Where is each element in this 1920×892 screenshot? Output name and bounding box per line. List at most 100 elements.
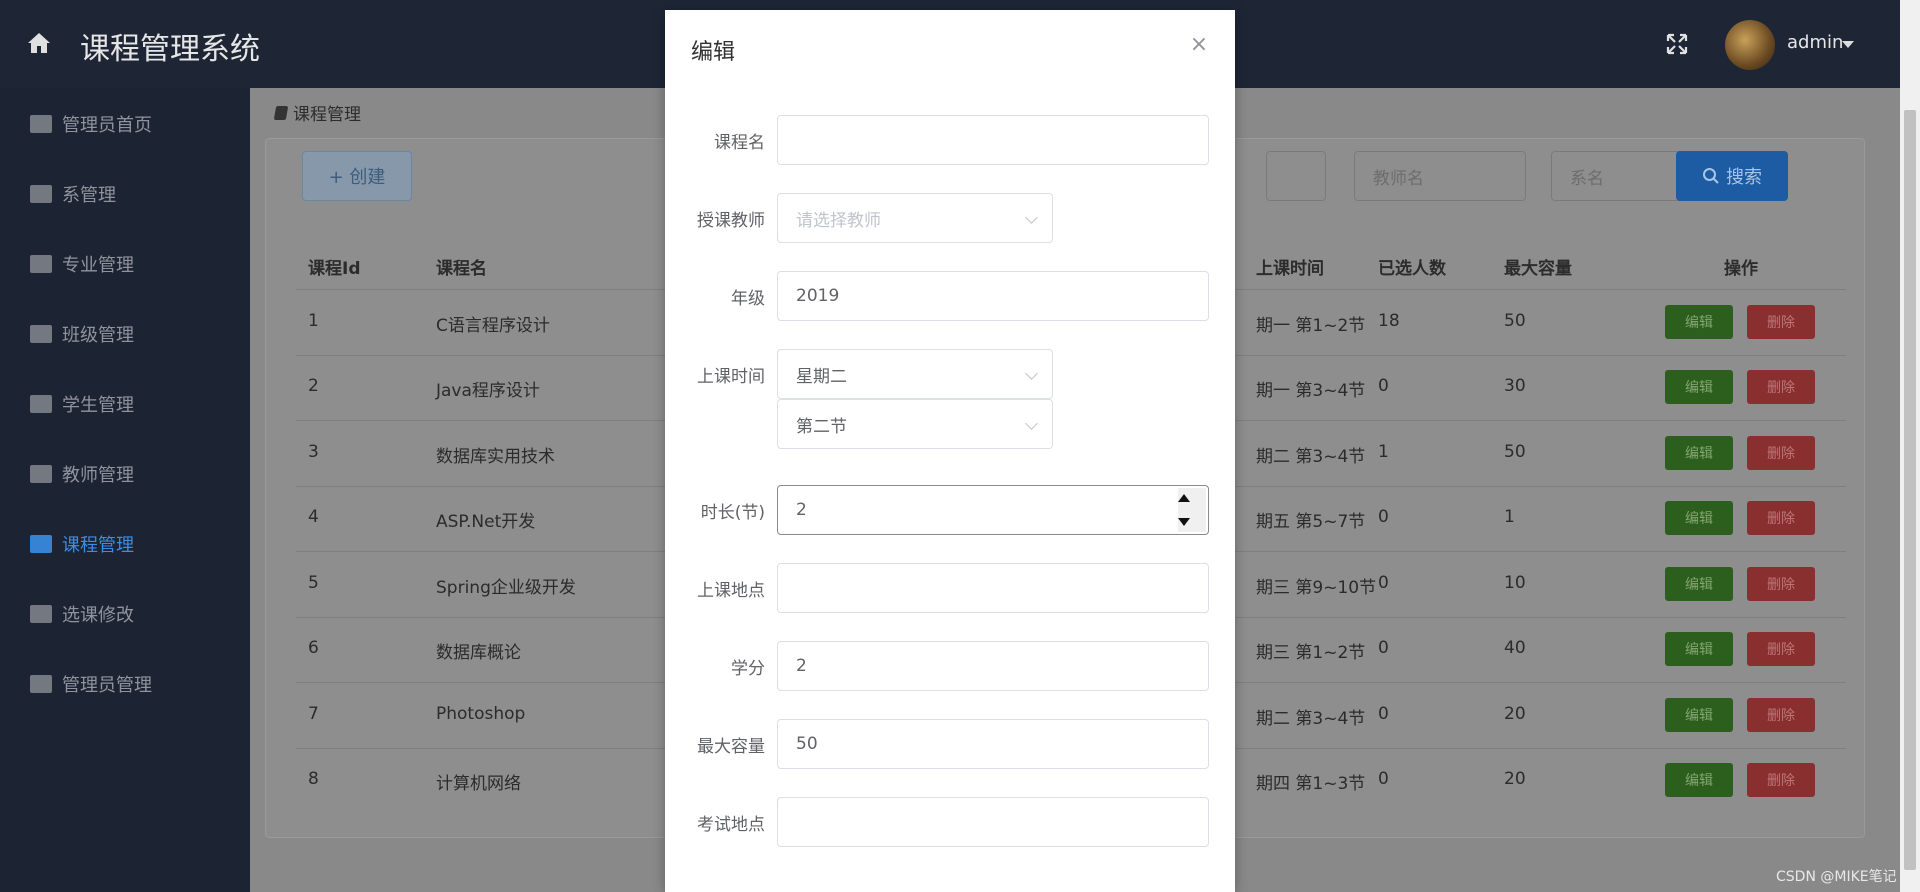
edit-button[interactable]: 编辑 xyxy=(1665,305,1733,339)
delete-button[interactable]: 删除 xyxy=(1747,370,1815,404)
app-title: 课程管理系统 xyxy=(80,32,260,67)
user-menu-label[interactable]: admin xyxy=(1787,32,1843,53)
cell-selected: 0 xyxy=(1378,638,1389,658)
teacher-select-placeholder: 请选择教师 xyxy=(796,210,881,231)
cell-selected: 0 xyxy=(1378,376,1389,396)
scrollbar-thumb[interactable] xyxy=(1904,110,1916,870)
capacity-label: 最大容量 xyxy=(697,737,765,757)
cell-time: 期四 第1~3节 xyxy=(1256,774,1366,794)
delete-button[interactable]: 删除 xyxy=(1747,567,1815,601)
teacher-filter-input[interactable]: 教师名 xyxy=(1354,151,1526,201)
cell-max: 10 xyxy=(1504,573,1526,593)
sidebar-item-student[interactable]: 学生管理 xyxy=(0,379,250,429)
create-button[interactable]: + 创建 xyxy=(302,151,412,201)
sidebar-item-label: 管理员首页 xyxy=(62,115,152,136)
grade-input[interactable]: 2019 xyxy=(777,271,1209,321)
id-badge-icon xyxy=(30,675,52,693)
column-header: 已选人数 xyxy=(1378,259,1446,279)
column-header: 上课时间 xyxy=(1256,259,1324,279)
sidebar-item-course[interactable]: 课程管理 xyxy=(0,519,250,569)
cell-id: 3 xyxy=(308,442,319,462)
teacher-select[interactable]: 请选择教师 xyxy=(777,193,1053,243)
delete-button[interactable]: 删除 xyxy=(1747,501,1815,535)
cell-id: 8 xyxy=(308,769,319,789)
period-select-value: 第二节 xyxy=(796,416,847,437)
cell-selected: 1 xyxy=(1378,442,1389,462)
fullscreen-icon[interactable] xyxy=(1665,32,1689,56)
course-name-label: 课程名 xyxy=(714,133,765,153)
grade-label: 年级 xyxy=(731,289,765,309)
edit-button[interactable]: 编辑 xyxy=(1665,370,1733,404)
sidebar-item-label: 管理员管理 xyxy=(62,675,152,696)
delete-button[interactable]: 删除 xyxy=(1747,698,1815,732)
cell-max: 20 xyxy=(1504,769,1526,789)
sidebar-item-enrollment[interactable]: 选课修改 xyxy=(0,589,250,639)
cell-id: 4 xyxy=(308,507,319,527)
sidebar-item-label: 选课修改 xyxy=(62,605,134,626)
duration-stepper[interactable]: 2 xyxy=(777,485,1209,535)
location-input[interactable] xyxy=(777,563,1209,613)
caret-down-icon[interactable] xyxy=(1842,41,1854,48)
decrement-icon[interactable] xyxy=(1178,518,1190,526)
cell-name: ASP.Net开发 xyxy=(436,512,536,532)
watermark: CSDN @MIKE笔记 xyxy=(1776,869,1897,885)
close-icon[interactable]: × xyxy=(1189,34,1209,56)
delete-button[interactable]: 删除 xyxy=(1747,305,1815,339)
credit-input[interactable]: 2 xyxy=(777,641,1209,691)
cell-selected: 0 xyxy=(1378,573,1389,593)
cell-name: 计算机网络 xyxy=(436,774,521,794)
edit-icon xyxy=(30,605,52,623)
cell-id: 7 xyxy=(308,704,319,724)
cell-max: 1 xyxy=(1504,507,1515,527)
edit-button[interactable]: 编辑 xyxy=(1665,763,1733,797)
sidebar-item-label: 课程管理 xyxy=(62,535,134,556)
search-button[interactable]: 搜索 xyxy=(1676,151,1788,201)
weekday-select[interactable]: 星期二 xyxy=(777,349,1053,399)
graduation-cap-icon xyxy=(30,255,52,273)
column-header: 操作 xyxy=(1724,259,1758,279)
period-select[interactable]: 第二节 xyxy=(777,399,1053,449)
duration-value: 2 xyxy=(796,500,807,520)
page-scrollbar[interactable] xyxy=(1900,0,1920,892)
home-icon[interactable] xyxy=(26,30,52,56)
cell-id: 5 xyxy=(308,573,319,593)
sidebar-item-teacher[interactable]: 教师管理 xyxy=(0,449,250,499)
book-icon xyxy=(273,105,289,120)
avatar[interactable] xyxy=(1725,20,1775,70)
sidebar-item-class[interactable]: 班级管理 xyxy=(0,309,250,359)
exam-location-input[interactable] xyxy=(777,797,1209,847)
delete-button[interactable]: 删除 xyxy=(1747,763,1815,797)
search-button-label: 搜索 xyxy=(1726,167,1762,188)
cell-id: 2 xyxy=(308,376,319,396)
course-name-input[interactable] xyxy=(777,115,1209,165)
capacity-input[interactable]: 50 xyxy=(777,719,1209,769)
bar-chart-icon xyxy=(30,115,52,133)
course-name-filter[interactable] xyxy=(1266,151,1326,201)
user-plus-icon xyxy=(30,465,52,483)
sidebar-item-major[interactable]: 专业管理 xyxy=(0,239,250,289)
sidebar-item-label: 专业管理 xyxy=(62,255,134,276)
sidebar-item-admin[interactable]: 管理员管理 xyxy=(0,659,250,709)
duration-label: 时长(节) xyxy=(700,503,765,523)
cell-time: 期一 第1~2节 xyxy=(1256,316,1366,336)
delete-button[interactable]: 删除 xyxy=(1747,632,1815,666)
edit-button[interactable]: 编辑 xyxy=(1665,567,1733,601)
users-icon xyxy=(30,325,52,343)
credit-label: 学分 xyxy=(731,659,765,679)
delete-button[interactable]: 删除 xyxy=(1747,436,1815,470)
dialog-title: 编辑 xyxy=(691,40,736,65)
cell-name: Spring企业级开发 xyxy=(436,578,576,598)
sidebar-item-admin-home[interactable]: 管理员首页 xyxy=(0,99,250,149)
edit-button[interactable]: 编辑 xyxy=(1665,501,1733,535)
chevron-down-icon xyxy=(1025,211,1038,224)
cell-max: 20 xyxy=(1504,704,1526,724)
edit-button[interactable]: 编辑 xyxy=(1665,698,1733,732)
sitemap-icon xyxy=(30,185,52,203)
edit-button[interactable]: 编辑 xyxy=(1665,632,1733,666)
increment-icon[interactable] xyxy=(1178,494,1190,502)
weekday-select-value: 星期二 xyxy=(796,366,847,387)
sidebar-item-department[interactable]: 系管理 xyxy=(0,169,250,219)
book-icon xyxy=(30,535,52,553)
edit-button[interactable]: 编辑 xyxy=(1665,436,1733,470)
column-header: 课程Id xyxy=(308,259,361,279)
